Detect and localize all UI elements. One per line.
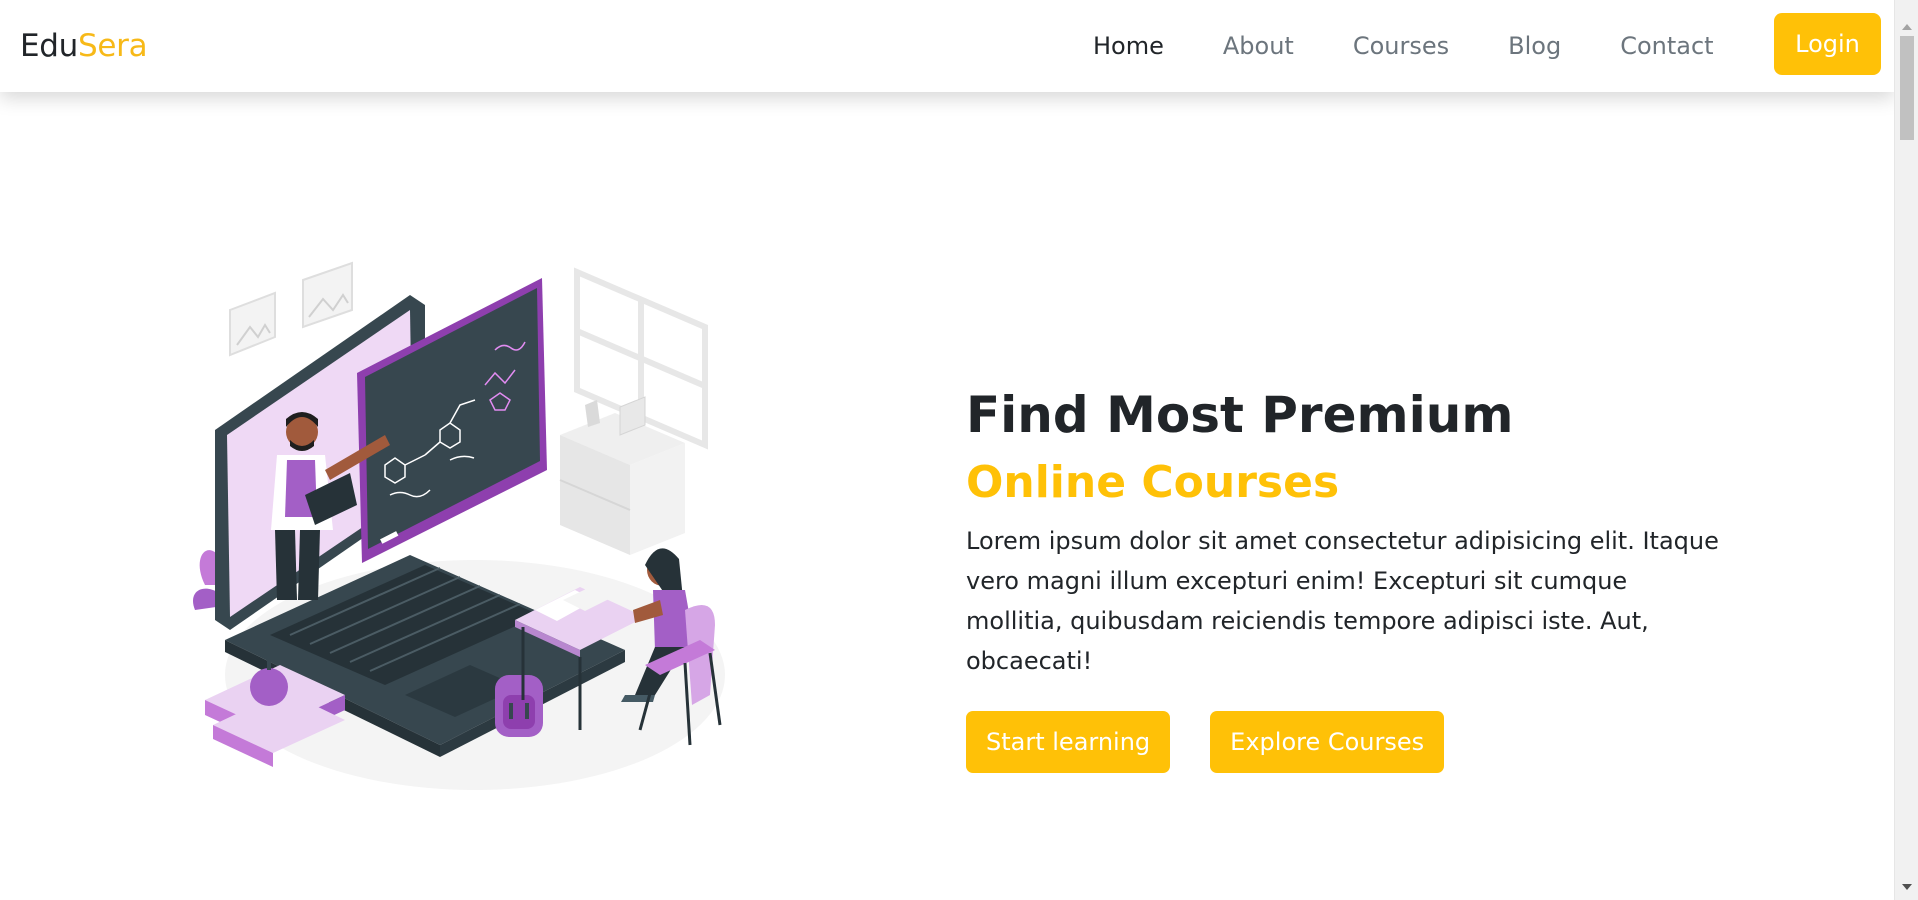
backpack: [495, 675, 543, 737]
nav-link-contact[interactable]: Contact: [1620, 32, 1713, 60]
explore-courses-button[interactable]: Explore Courses: [1210, 711, 1445, 773]
page: EduSera Home About Courses Blog Contact …: [0, 0, 1894, 900]
main-nav: Home About Courses Blog Contact: [1093, 32, 1714, 60]
hero-illustration: [185, 255, 745, 790]
navbar: EduSera Home About Courses Blog Contact …: [0, 0, 1894, 92]
nav-link-home[interactable]: Home: [1093, 32, 1164, 60]
hero-buttons: Start learning Explore Courses: [966, 711, 1726, 773]
hero-subtitle: Online Courses: [966, 457, 1340, 508]
hero-title: Find Most Premium: [966, 386, 1514, 444]
vertical-scrollbar[interactable]: [1894, 0, 1918, 900]
brand-part-sera: Sera: [78, 28, 148, 64]
hero-description: Lorem ipsum dolor sit amet consectetur a…: [966, 527, 1719, 675]
cabinet: [559, 396, 685, 555]
start-learning-button[interactable]: Start learning: [966, 711, 1171, 773]
brand-part-edu: Edu: [20, 28, 79, 64]
online-class-illustration: [193, 261, 725, 790]
hero-section: Find Most Premium Online Courses Lorem i…: [966, 385, 1726, 773]
nav-link-courses[interactable]: Courses: [1353, 32, 1449, 60]
wall-frame-left: [229, 291, 276, 357]
scroll-up-arrow-icon[interactable]: [1902, 24, 1912, 30]
scrollbar-thumb[interactable]: [1900, 36, 1914, 140]
brand-logo[interactable]: EduSera: [20, 28, 148, 64]
nav-link-blog[interactable]: Blog: [1508, 32, 1561, 60]
wall-frame-right: [302, 261, 353, 329]
nav-link-about[interactable]: About: [1223, 32, 1294, 60]
scroll-down-arrow-icon[interactable]: [1902, 884, 1912, 890]
login-button[interactable]: Login: [1774, 13, 1881, 75]
